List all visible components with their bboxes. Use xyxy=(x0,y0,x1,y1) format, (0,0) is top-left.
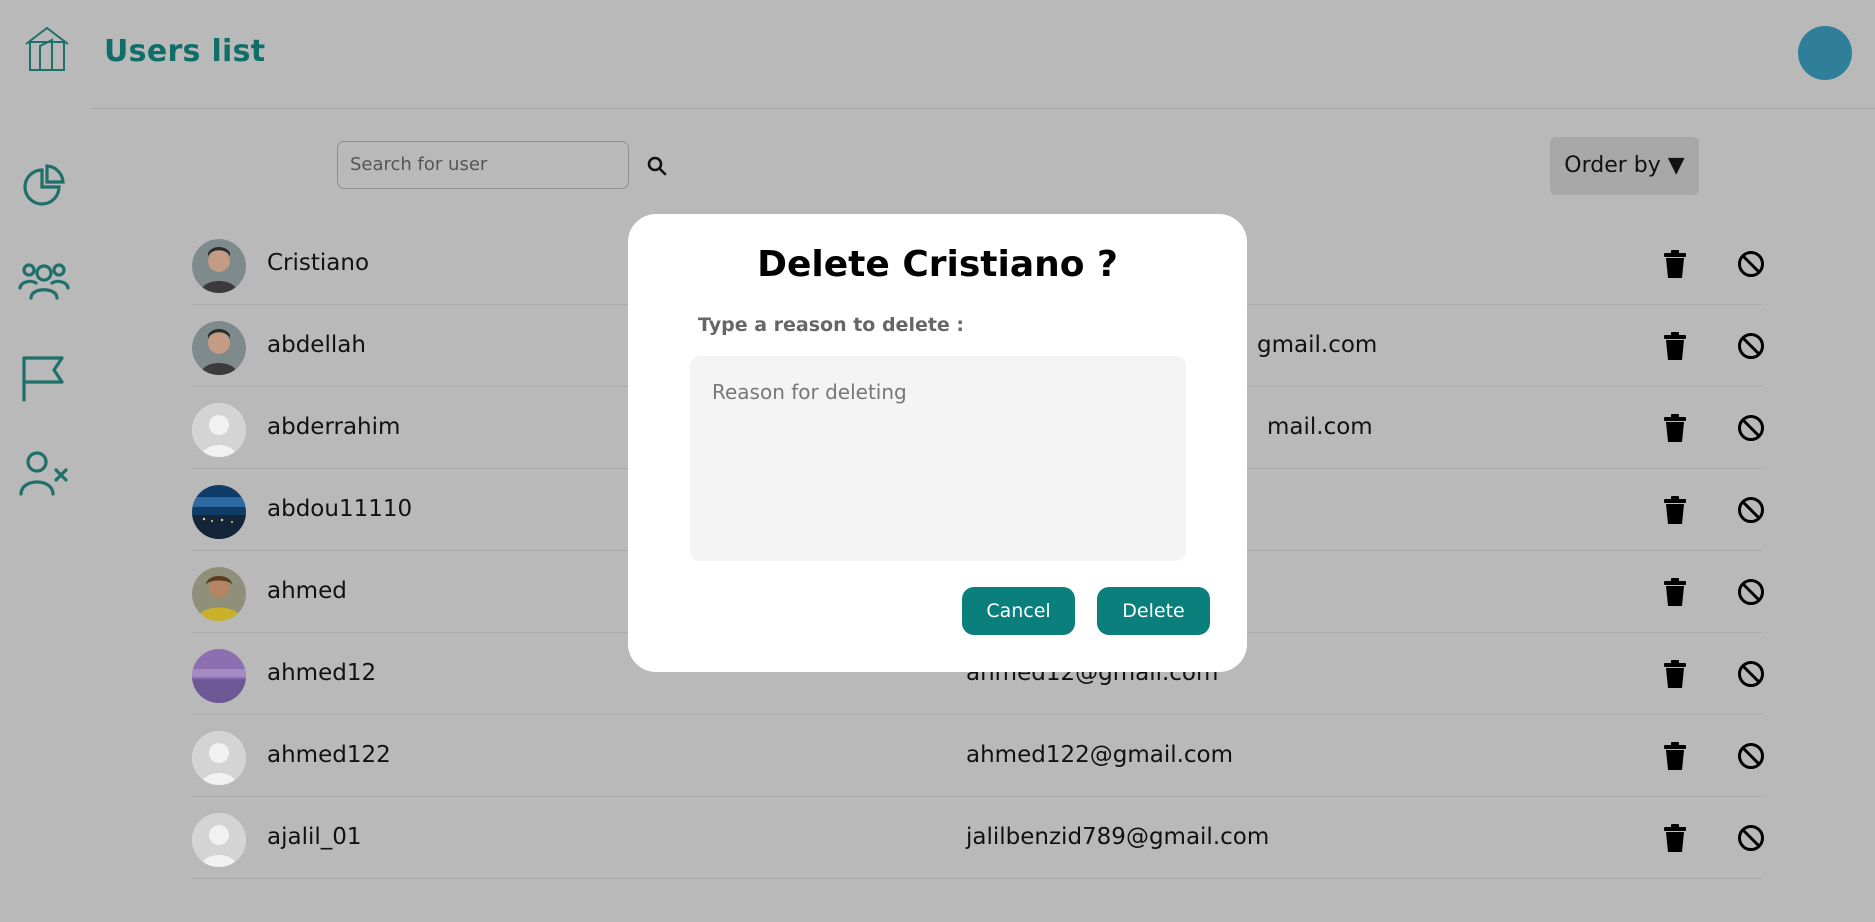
delete-user-modal: Delete Cristiano ? Type a reason to dele… xyxy=(628,214,1247,672)
modal-title: Delete Cristiano ? xyxy=(757,244,1118,285)
flag-icon[interactable] xyxy=(18,352,70,404)
ban-icon[interactable] xyxy=(1737,742,1765,770)
avatar xyxy=(192,321,246,375)
page-title: Users list xyxy=(104,34,266,69)
search-input[interactable]: Search for user xyxy=(337,141,629,189)
user-email: gmail.com xyxy=(1257,332,1378,358)
header-divider xyxy=(90,108,1875,109)
user-name: ajalil_01 xyxy=(267,824,362,850)
ban-icon[interactable] xyxy=(1737,578,1765,606)
header: Users list xyxy=(0,0,1875,109)
delete-icon[interactable] xyxy=(1662,496,1688,524)
ban-icon[interactable] xyxy=(1737,824,1765,852)
user-name: Cristiano xyxy=(267,250,370,276)
user-email: mail.com xyxy=(1267,414,1373,440)
avatar xyxy=(192,731,246,785)
user-name: abderrahim xyxy=(267,414,401,440)
delete-icon[interactable] xyxy=(1662,414,1688,442)
avatar xyxy=(192,567,246,621)
cancel-button[interactable]: Cancel xyxy=(962,587,1075,635)
user-email: jalilbenzid789@gmail.com xyxy=(966,824,1270,850)
house-icon[interactable] xyxy=(22,24,72,74)
user-name: abdou11110 xyxy=(267,496,413,522)
delete-button[interactable]: Delete xyxy=(1097,587,1210,635)
avatar xyxy=(192,649,246,703)
avatar xyxy=(192,403,246,457)
ban-icon[interactable] xyxy=(1737,250,1765,278)
reason-label: Type a reason to delete : xyxy=(698,314,965,336)
table-row: ahmed122 ahmed122@gmail.com xyxy=(192,714,1765,797)
ban-icon[interactable] xyxy=(1737,414,1765,442)
user-remove-icon[interactable] xyxy=(18,448,70,500)
ban-icon[interactable] xyxy=(1737,496,1765,524)
search-icon[interactable] xyxy=(645,154,669,178)
delete-icon[interactable] xyxy=(1662,250,1688,278)
user-name: abdellah xyxy=(267,332,366,358)
order-by-button[interactable]: Order by ▼ xyxy=(1550,137,1699,195)
avatar xyxy=(192,485,246,539)
delete-icon[interactable] xyxy=(1662,824,1688,852)
reason-textarea[interactable] xyxy=(690,356,1186,561)
user-name: ahmed12 xyxy=(267,660,377,686)
delete-icon[interactable] xyxy=(1662,742,1688,770)
pie-chart-icon[interactable] xyxy=(18,160,70,212)
user-email: ahmed122@gmail.com xyxy=(966,742,1234,768)
ban-icon[interactable] xyxy=(1737,332,1765,360)
avatar xyxy=(192,813,246,867)
delete-icon[interactable] xyxy=(1662,578,1688,606)
user-name: ahmed122 xyxy=(267,742,391,768)
delete-icon[interactable] xyxy=(1662,332,1688,360)
delete-icon[interactable] xyxy=(1662,660,1688,688)
ban-icon[interactable] xyxy=(1737,660,1765,688)
profile-avatar[interactable] xyxy=(1798,26,1852,80)
user-name: ahmed xyxy=(267,578,347,604)
avatar xyxy=(192,239,246,293)
table-row: ajalil_01 jalilbenzid789@gmail.com xyxy=(192,796,1765,879)
users-icon[interactable] xyxy=(18,256,70,308)
